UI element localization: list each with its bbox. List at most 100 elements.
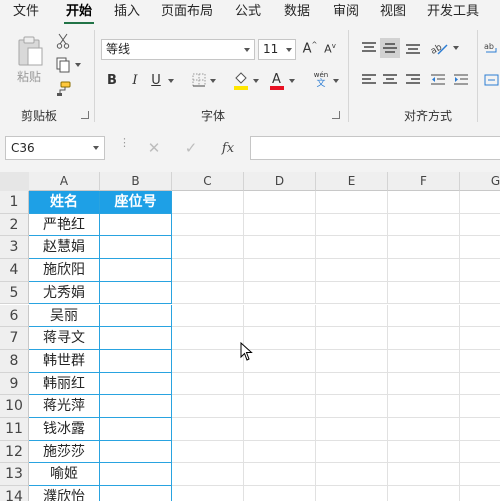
borders-button[interactable]: [190, 71, 208, 89]
cell-a11[interactable]: 钱冰露: [29, 418, 100, 441]
cell-f1[interactable]: [388, 191, 460, 214]
cell-d8[interactable]: [244, 349, 316, 373]
align-left-button[interactable]: [359, 70, 379, 90]
row-header[interactable]: 11: [0, 418, 29, 441]
copy-button[interactable]: [54, 56, 72, 74]
cell-e12[interactable]: [316, 440, 388, 464]
cell-a8[interactable]: 韩世群: [29, 349, 100, 373]
cell-e2[interactable]: [316, 213, 388, 237]
row-header[interactable]: 7: [0, 327, 29, 350]
cell-f11[interactable]: [388, 418, 460, 441]
font-launcher-icon[interactable]: [332, 111, 340, 119]
tab-file[interactable]: 文件: [13, 2, 39, 22]
name-box-dropdown-icon[interactable]: [93, 146, 99, 150]
cell-b2[interactable]: [100, 213, 172, 237]
column-header-a[interactable]: A: [29, 172, 100, 191]
copy-dropdown-icon[interactable]: [75, 63, 81, 67]
orientation-dropdown-icon[interactable]: [453, 46, 459, 50]
confirm-entry-icon[interactable]: ✓: [182, 139, 200, 157]
cell-c9[interactable]: [172, 372, 244, 396]
cancel-entry-icon[interactable]: ✕: [145, 139, 163, 157]
cell-a3[interactable]: 赵慧娟: [29, 236, 100, 260]
clipboard-launcher-icon[interactable]: [81, 111, 89, 119]
row-header[interactable]: 10: [0, 395, 29, 418]
cell-b7[interactable]: [100, 327, 172, 350]
cell-b10[interactable]: [100, 395, 172, 418]
drag-handle-icon[interactable]: ⋮: [119, 137, 130, 156]
cell-f9[interactable]: [388, 372, 460, 396]
cell-c3[interactable]: [172, 236, 244, 260]
cell-f5[interactable]: [388, 281, 460, 305]
cell-c7[interactable]: [172, 327, 244, 350]
bold-button[interactable]: B: [104, 70, 120, 90]
formula-input[interactable]: [250, 136, 500, 160]
cell-b6[interactable]: [100, 304, 172, 328]
cell-c4[interactable]: [172, 259, 244, 282]
italic-button[interactable]: I: [127, 70, 143, 90]
align-center-button[interactable]: [380, 70, 400, 90]
cell-b9[interactable]: [100, 372, 172, 396]
cell-d14[interactable]: [244, 486, 316, 501]
phonetic-dropdown-icon[interactable]: [333, 79, 339, 83]
cell-d11[interactable]: [244, 418, 316, 441]
cell-b13[interactable]: [100, 463, 172, 487]
cell-d5[interactable]: [244, 281, 316, 305]
decrease-indent-button[interactable]: [428, 70, 448, 90]
cell-d13[interactable]: [244, 463, 316, 487]
increase-font-button[interactable]: A^: [301, 39, 319, 59]
tab-review[interactable]: 审阅: [333, 2, 359, 22]
tab-page-layout[interactable]: 页面布局: [161, 2, 213, 22]
cell-g14[interactable]: [460, 486, 500, 501]
font-name-box[interactable]: 等线: [101, 39, 255, 60]
cell-a9[interactable]: 韩丽红: [29, 372, 100, 396]
cell-b1[interactable]: 座位号: [100, 191, 172, 214]
phonetic-button[interactable]: wén 文: [310, 68, 332, 92]
cell-f10[interactable]: [388, 395, 460, 418]
font-name-dropdown-icon[interactable]: [244, 48, 250, 52]
cell-d2[interactable]: [244, 213, 316, 237]
cell-a5[interactable]: 尤秀娟: [29, 281, 100, 305]
cell-e5[interactable]: [316, 281, 388, 305]
cell-a10[interactable]: 蒋光萍: [29, 395, 100, 418]
cell-g3[interactable]: [460, 236, 500, 260]
cell-d3[interactable]: [244, 236, 316, 260]
tab-data[interactable]: 数据: [284, 2, 310, 22]
cell-a7[interactable]: 蒋寻文: [29, 327, 100, 350]
cell-f7[interactable]: [388, 327, 460, 350]
cell-d1[interactable]: [244, 191, 316, 214]
wrap-text-button[interactable]: ab: [483, 38, 500, 58]
cell-g10[interactable]: [460, 395, 500, 418]
decrease-font-button[interactable]: Av: [321, 39, 339, 59]
column-header-d[interactable]: D: [244, 172, 316, 191]
cell-c12[interactable]: [172, 440, 244, 464]
cell-c10[interactable]: [172, 395, 244, 418]
insert-function-button[interactable]: fx: [217, 139, 239, 157]
fill-color-button[interactable]: [232, 69, 250, 91]
cell-f3[interactable]: [388, 236, 460, 260]
cell-c1[interactable]: [172, 191, 244, 214]
row-header[interactable]: 5: [0, 281, 29, 305]
name-box[interactable]: C36: [5, 136, 105, 160]
row-header[interactable]: 12: [0, 440, 29, 464]
cell-e3[interactable]: [316, 236, 388, 260]
cell-d4[interactable]: [244, 259, 316, 282]
cell-g2[interactable]: [460, 214, 500, 237]
cell-f2[interactable]: [388, 213, 460, 237]
orientation-button[interactable]: ab: [428, 38, 450, 58]
column-header-b[interactable]: B: [100, 172, 172, 191]
cell-d10[interactable]: [244, 395, 316, 418]
cell-e13[interactable]: [316, 463, 388, 487]
cell-a12[interactable]: 施莎莎: [29, 440, 100, 464]
cell-c2[interactable]: [172, 213, 244, 237]
cell-e10[interactable]: [316, 395, 388, 418]
cell-g1[interactable]: [460, 191, 500, 214]
cell-e7[interactable]: [316, 327, 388, 350]
cell-e6[interactable]: [316, 304, 388, 328]
cell-e14[interactable]: [316, 486, 388, 501]
font-color-dropdown-icon[interactable]: [289, 79, 295, 83]
cell-b5[interactable]: [100, 281, 172, 305]
cell-f13[interactable]: [388, 463, 460, 487]
row-header[interactable]: 13: [0, 463, 29, 487]
cell-e1[interactable]: [316, 191, 388, 214]
underline-button[interactable]: U: [148, 70, 164, 90]
